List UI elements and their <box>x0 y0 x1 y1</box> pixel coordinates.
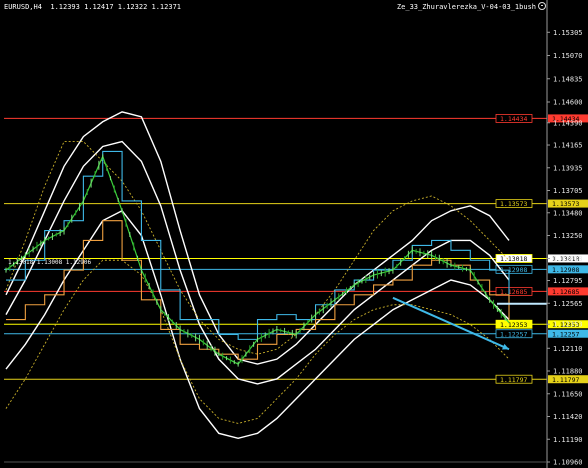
blue-step-line <box>6 150 510 340</box>
price-tick-label: 1.15305 <box>553 29 583 37</box>
level-box-label: 1.13018 <box>500 255 527 263</box>
price-tick-label: 1.12565 <box>553 300 583 308</box>
axis-level-label: 1.11797 <box>552 376 579 384</box>
axis-level-label: 1.12908 <box>552 266 579 274</box>
price-tick-label: 1.11880 <box>553 368 583 376</box>
price-tick-label: 1.11650 <box>553 390 583 398</box>
price-tick-label: 1.14165 <box>553 142 583 150</box>
axis-level-label: 1.12257 <box>552 330 579 338</box>
price-tick-label: 1.13935 <box>553 164 583 172</box>
price-tick-label: 1.12110 <box>553 345 583 353</box>
price-tick-label: 1.12353 <box>553 321 583 329</box>
price-tick-label: 1.13250 <box>553 232 583 240</box>
price-tick-label: 1.14600 <box>553 99 583 107</box>
price-tick-label: 1.13018 <box>553 255 583 263</box>
price-tick-label: 1.12795 <box>553 277 583 285</box>
level-box-label: 1.14434 <box>500 115 527 123</box>
price-tick-label: 1.13705 <box>553 187 583 195</box>
level-box-label: 1.12257 <box>500 330 527 338</box>
level-box-label: 1.11797 <box>500 376 527 384</box>
axis-level-label: 1.13573 <box>552 200 579 208</box>
price-tick-label: 1.13480 <box>553 209 583 217</box>
indicator-name-text: Ze_33_Zhuravlerezka_V-04-03_1bush <box>396 3 536 11</box>
price-tick-label: 1.15070 <box>553 52 583 60</box>
smiley-icon <box>538 2 546 10</box>
price-chart[interactable]: 1.14434 1.144341.13573 1.135731.13018 1.130… <box>0 0 588 468</box>
level-box-label: 1.13573 <box>500 200 527 208</box>
chart-window[interactable]: 1.14434 1.14434 1.13573 1.13573 1.13018 1.130… <box>0 0 588 468</box>
price-tick-label: 1.14390 <box>553 119 583 127</box>
price-tick-label: 1.14835 <box>553 75 583 83</box>
axis-level-label: 1.12685 <box>552 288 579 296</box>
price-tick-label: 1.11190 <box>553 436 583 444</box>
symbol-info-text: EURUSD,H4 1.12393 1.12417 1.12322 1.1237… <box>4 3 182 11</box>
level-box-label: 1.12353 <box>500 321 527 329</box>
price-tick-label: 1.10960 <box>553 459 583 467</box>
forecast-arrow <box>392 296 510 351</box>
level-overlay-label: 1.13018 1.13008 1.12906 <box>8 259 92 266</box>
price-tick-label: 1.11420 <box>553 413 583 421</box>
